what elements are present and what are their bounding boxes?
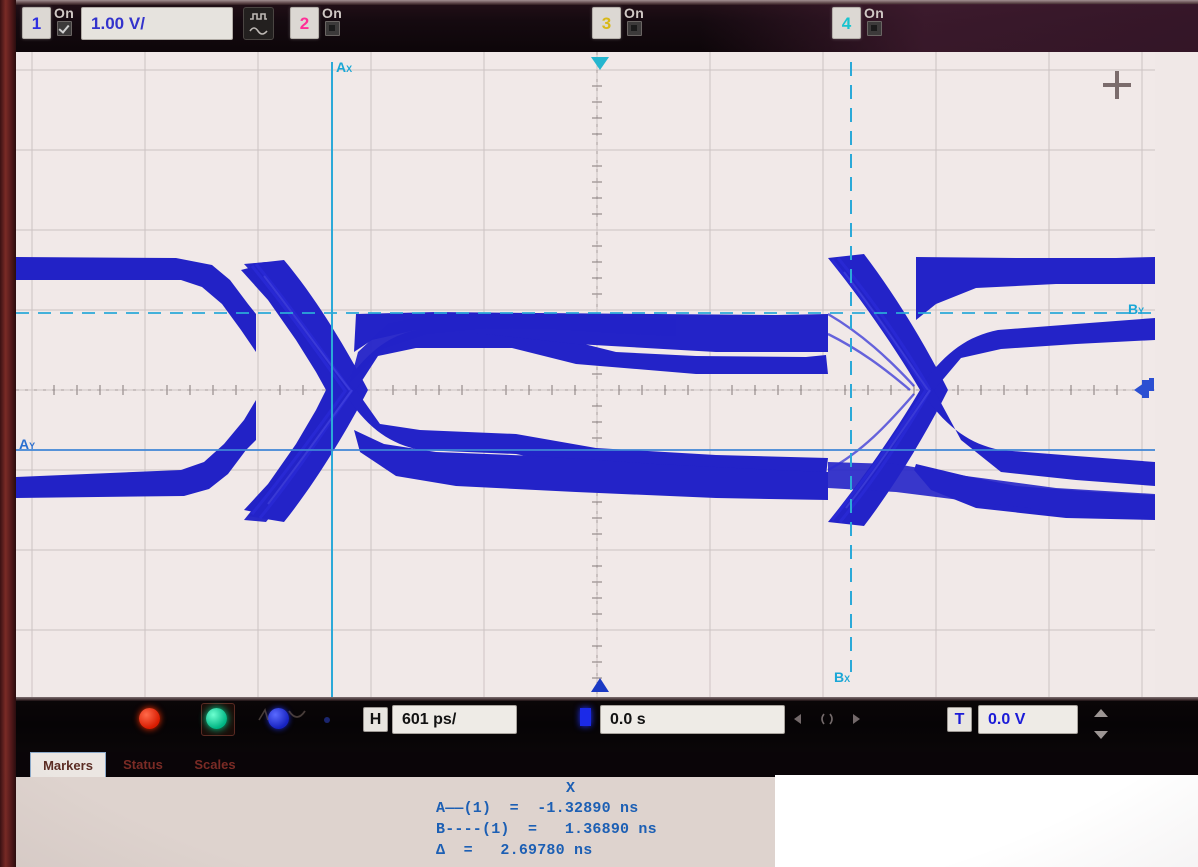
dc-coupling-icon xyxy=(249,25,268,36)
measurement-row-b: B----(1) = 1.36890 ns xyxy=(436,821,657,838)
stepper-up-icon[interactable] xyxy=(1092,706,1110,724)
tab-scales[interactable]: Scales xyxy=(178,752,252,777)
marker-ax-label: AX xyxy=(336,59,353,75)
marker-measurement-panel: X A——(1) = -1.32890 ns B----(1) = 1.3689… xyxy=(16,777,775,867)
trigger-level-stepper[interactable] xyxy=(1092,706,1110,745)
trigger-level-icon[interactable]: T xyxy=(947,707,972,732)
channel-1-checkbox[interactable] xyxy=(56,21,72,36)
channel-4-on-label: On xyxy=(864,5,885,21)
tab-markers[interactable]: Markers xyxy=(30,752,106,777)
channel-3-button[interactable]: 3 xyxy=(592,7,621,39)
zoom-out-arrow-icon[interactable] xyxy=(792,712,804,731)
stop-button[interactable] xyxy=(139,708,160,729)
instrument-bezel-left xyxy=(0,0,16,867)
channel-2-button[interactable]: 2 xyxy=(290,7,319,39)
trigger-level-field[interactable]: 0.0 V xyxy=(978,705,1078,734)
timebase-field[interactable]: 601 ps/ xyxy=(392,705,517,734)
ac-coupling-icon xyxy=(249,11,268,22)
tab-status[interactable]: Status xyxy=(112,752,174,777)
marker-by-label: BY xyxy=(1128,301,1145,317)
waveform-display-area[interactable]: AX AY BX BY xyxy=(16,52,1155,697)
bottom-tab-strip: Markers Status Scales xyxy=(16,752,1198,777)
channel-1-on-label: On xyxy=(54,5,75,21)
channel-4-on-toggle[interactable]: On xyxy=(864,5,885,36)
channel-4-checkbox[interactable] xyxy=(866,21,882,36)
marker-ay-label: AY xyxy=(19,436,36,452)
zoom-in-arrow-icon[interactable] xyxy=(850,712,862,731)
horizontal-scale-icon[interactable]: H xyxy=(363,707,388,732)
channel-4-group[interactable]: 4 On xyxy=(832,5,885,39)
channel-1-on-toggle[interactable]: On xyxy=(54,5,75,36)
measurement-row-a: A——(1) = -1.32890 ns xyxy=(436,800,639,817)
measurement-column-header-x: X xyxy=(566,780,576,797)
toolbar-glare xyxy=(700,4,1198,52)
channel-3-checkbox[interactable] xyxy=(626,21,642,36)
cursor-dot-icon[interactable] xyxy=(322,712,332,730)
delay-position-indicator[interactable] xyxy=(580,708,591,726)
channel-1-group[interactable]: 1 On 1.00 V/ xyxy=(22,5,275,40)
photo-background-right xyxy=(775,775,1198,867)
zoom-reset-icon[interactable] xyxy=(819,712,835,731)
measurement-row-delta: Δ = 2.69780 ns xyxy=(436,842,593,859)
delay-field[interactable]: 0.0 s xyxy=(600,705,785,734)
channel-1-button[interactable]: 1 xyxy=(22,7,51,39)
screen-right-margin xyxy=(1155,52,1198,697)
channel-1-coupling-button[interactable] xyxy=(243,7,275,40)
marker-bx-label: BX xyxy=(834,669,851,685)
channel-1-scale-field[interactable]: 1.00 V/ xyxy=(81,7,234,40)
channel-2-on-toggle[interactable]: On xyxy=(322,5,343,36)
default-setup-icon[interactable] xyxy=(287,706,307,729)
oscilloscope-screen-photo: 1 On 1.00 V/ 2 On 3 On 4 On AX AY BX BY … xyxy=(0,0,1198,867)
stepper-down-icon[interactable] xyxy=(1092,727,1110,745)
channel-2-group[interactable]: 2 On xyxy=(290,5,343,39)
channel-2-on-label: On xyxy=(322,5,343,21)
autoscale-icon[interactable] xyxy=(256,706,274,729)
bottom-toolbar-highlight xyxy=(16,697,1198,701)
channel-4-button[interactable]: 4 xyxy=(832,7,861,39)
graticule-and-trace xyxy=(16,52,1155,697)
channel-3-group[interactable]: 3 On xyxy=(592,5,645,39)
channel-3-on-toggle[interactable]: On xyxy=(624,5,645,36)
channel-2-checkbox[interactable] xyxy=(324,21,340,36)
horizontal-zoom-controls[interactable] xyxy=(792,712,862,731)
run-button[interactable] xyxy=(206,708,227,729)
channel-3-on-label: On xyxy=(624,5,645,21)
